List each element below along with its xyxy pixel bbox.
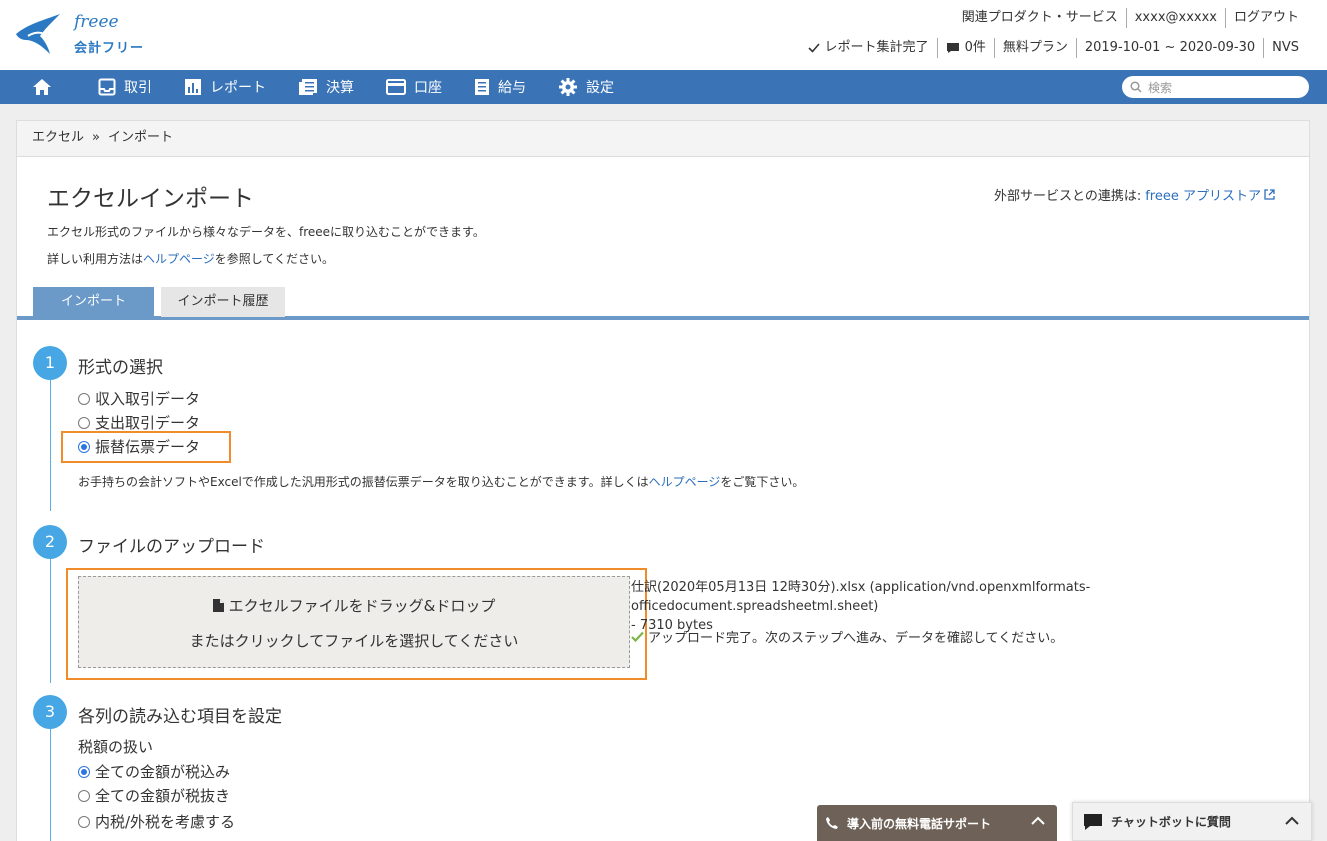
nav-reports[interactable]: レポート	[168, 70, 282, 104]
top-header: freee 会計フリー 関連プロダクト・サービス xxxx@xxxxx ログアウ…	[0, 0, 1327, 70]
file-icon	[212, 599, 224, 612]
plan-status[interactable]: 無料プラン	[993, 38, 1076, 58]
breadcrumb-separator: »	[92, 130, 100, 145]
check-icon	[807, 43, 820, 53]
nav-settings[interactable]: 設定	[542, 70, 630, 104]
dropzone-line2: またはクリックしてファイルを選択してください	[189, 632, 519, 650]
note-help-link[interactable]: ヘルプページ	[649, 475, 721, 489]
breadcrumb-import: インポート	[107, 130, 173, 145]
tab-import[interactable]: インポート	[33, 287, 154, 317]
step1-line	[50, 379, 51, 511]
option-tax-included[interactable]: 全ての金額が税込み	[78, 761, 230, 782]
search-placeholder: 検索	[1148, 80, 1173, 95]
tax-handling-label: 税額の扱い	[78, 738, 154, 756]
phone-support-widget[interactable]: 導入前の無料電話サポート	[817, 805, 1057, 841]
chevron-up-icon[interactable]	[1285, 816, 1299, 825]
step2-title: ファイルのアップロード	[78, 537, 265, 557]
nav-payroll[interactable]: 給与	[458, 70, 542, 104]
status-bar: レポート集計完了 0件 無料プラン 2019-10-01 ~ 2020-09-3…	[800, 38, 1307, 58]
uploaded-file-name: 仕訳(2020年05月13日 12時30分).xlsx (application…	[631, 580, 1091, 614]
page-title: エクセルインポート	[47, 186, 254, 212]
chevron-up-icon[interactable]	[1031, 816, 1045, 825]
option-tax-mixed[interactable]: 内税/外税を考慮する	[78, 811, 235, 832]
nav-transactions[interactable]: 取引	[82, 70, 168, 104]
gear-icon	[559, 78, 577, 96]
related-products-link[interactable]: 関連プロダクト・サービス	[954, 8, 1126, 28]
upload-status: アップロード完了。次のステップへ進み、データを確認してください。	[631, 627, 1063, 646]
search-input[interactable]: 検索	[1122, 76, 1309, 98]
option-tax-excluded[interactable]: 全ての金額が税抜き	[78, 785, 230, 806]
external-services: 外部サービスとの連携は: freee アプリストア	[994, 185, 1275, 204]
external-link-icon	[1264, 189, 1275, 200]
radio-tax-included[interactable]	[78, 765, 90, 778]
company-name[interactable]: NVS	[1263, 38, 1307, 58]
radio-transfer[interactable]	[78, 440, 90, 453]
credit-card-icon	[386, 79, 406, 95]
radio-income[interactable]	[78, 392, 90, 405]
search-icon	[1130, 81, 1142, 93]
check-icon	[631, 631, 644, 642]
step3-line	[50, 728, 51, 841]
page-description: エクセル形式のファイルから様々なデータを、freeeに取り込むことができます。	[47, 225, 485, 239]
step3-badge: 3	[33, 695, 67, 729]
file-dropzone[interactable]: エクセルファイルをドラッグ&ドロップ またはクリックしてファイルを選択してくださ…	[78, 576, 630, 668]
bar-chart-icon	[185, 79, 201, 95]
freee-logo[interactable]: freee 会計フリー	[14, 10, 154, 60]
help-description: 詳しい利用方法はヘルプページを参照してください。	[47, 252, 335, 266]
logout-link[interactable]: ログアウト	[1224, 8, 1307, 28]
dropzone-line1: エクセルファイルをドラッグ&ドロップ	[79, 595, 629, 616]
format-note: お手持ちの会計ソフトやExcelで作成した汎用形式の振替伝票データを取り込むこと…	[78, 475, 805, 489]
payroll-icon	[475, 79, 489, 95]
home-icon	[33, 79, 51, 95]
inbox-icon	[98, 78, 116, 96]
step1-title: 形式の選択	[78, 358, 163, 378]
product-name: 会計フリー	[74, 41, 145, 56]
fiscal-period[interactable]: 2019-10-01 ~ 2020-09-30	[1075, 38, 1263, 58]
top-links: 関連プロダクト・サービス xxxx@xxxxx ログアウト	[954, 8, 1307, 28]
radio-expense[interactable]	[78, 416, 90, 429]
ledger-icon	[299, 79, 317, 95]
option-expense[interactable]: 支出取引データ	[78, 412, 200, 433]
tab-bar: インポート インポート履歴	[17, 287, 1309, 320]
step3-title: 各列の読み込む項目を設定	[78, 707, 282, 727]
swallow-logo-icon	[16, 14, 60, 54]
step1-badge: 1	[33, 346, 67, 380]
chat-bubble-icon	[946, 43, 959, 53]
breadcrumb: エクセル » インポート	[17, 121, 1309, 157]
option-income[interactable]: 収入取引データ	[78, 388, 200, 409]
radio-tax-excluded[interactable]	[78, 789, 90, 802]
messages-status[interactable]: 0件	[936, 38, 994, 58]
nav-accounts[interactable]: 口座	[370, 70, 458, 104]
help-page-link[interactable]: ヘルプページ	[143, 252, 215, 266]
step2-line	[50, 559, 51, 683]
main-panel: エクセル » インポート エクセルインポート 外部サービスとの連携は: freee …	[16, 120, 1310, 841]
step2-badge: 2	[33, 525, 67, 559]
report-status[interactable]: レポート集計完了	[800, 38, 937, 58]
radio-tax-mixed[interactable]	[78, 815, 90, 828]
main-nav: 取引 レポート 決算 口座 給与 設定 検索	[0, 70, 1327, 104]
nav-home[interactable]	[0, 70, 82, 104]
phone-icon	[826, 817, 838, 829]
user-email-link[interactable]: xxxx@xxxxx	[1125, 8, 1225, 28]
tab-import-history[interactable]: インポート履歴	[161, 287, 285, 317]
breadcrumb-excel[interactable]: エクセル	[32, 130, 84, 145]
external-label: 外部サービスとの連携は:	[993, 189, 1142, 204]
nav-closing[interactable]: 決算	[282, 70, 370, 104]
chatbot-widget[interactable]: チャットボットに質問	[1072, 802, 1312, 841]
app-store-link[interactable]: freee アプリストア	[1145, 185, 1261, 204]
brand-name: freee	[74, 12, 119, 32]
option-transfer[interactable]: 振替伝票データ	[78, 436, 200, 457]
chat-bubble-icon	[1084, 813, 1102, 830]
